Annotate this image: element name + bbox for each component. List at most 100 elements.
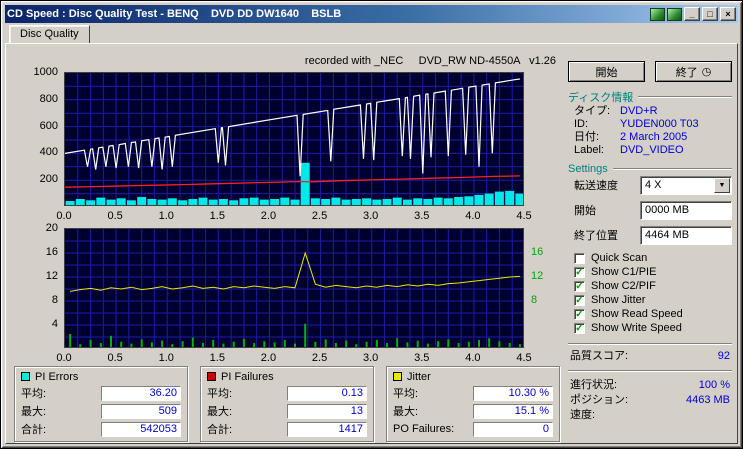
checkbox-label: Quick Scan xyxy=(591,252,648,264)
x-axis-label: 3.0 xyxy=(363,210,379,222)
stats-label: 最大: xyxy=(207,406,233,418)
checkbox-label: Show C1/PIE xyxy=(591,266,657,278)
checkbox-quick-scan[interactable] xyxy=(574,252,585,264)
stats-label: 平均: xyxy=(207,388,233,400)
chart-icon[interactable] xyxy=(667,7,682,21)
status-row: 速度: xyxy=(570,408,730,423)
disc-info-value: DVD_VIDEO xyxy=(620,144,684,156)
checkbox-label: Show Jitter xyxy=(591,294,646,306)
recorded-with-label: recorded with _NEC DVD_RW ND-4550A v1.26 xyxy=(304,55,556,67)
stats-value: 509 xyxy=(101,403,181,419)
disc-info-row: 日付: 2 March 2005 xyxy=(574,131,732,144)
top-chart-x-axis: 0.0 0.5 1.0 1.5 2.0 2.5 3.0 3.5 4.0 4.5 xyxy=(56,210,534,222)
transfer-rate-select[interactable]: 4 X ▼ xyxy=(640,175,732,195)
pi-errors-stats-box: PI Errors 平均: 36.20 最大: 509 合計: 542053 xyxy=(14,366,188,442)
pi-failures-legend-icon xyxy=(207,372,216,381)
end-position-label: 終了位置 xyxy=(574,230,618,242)
stats-row: 最大: 509 xyxy=(21,403,181,419)
quality-chart-top xyxy=(64,72,524,206)
y-axis-label: 8 xyxy=(51,294,58,306)
disc-info-label: ID: xyxy=(574,118,589,130)
bottom-chart-y-axis: 20 16 12 8 4 xyxy=(22,223,60,348)
checkbox-row: ✓ Show Write Speed xyxy=(574,321,732,335)
y-axis-label: 12 xyxy=(531,270,544,282)
checkbox-show-jitter[interactable]: ✓ xyxy=(574,294,585,306)
checkbox-label: Show C2/PIF xyxy=(591,280,656,292)
stats-value: 1417 xyxy=(287,421,367,437)
stats-label: PO Failures: xyxy=(393,423,455,435)
checkbox-show-write-speed[interactable]: ✓ xyxy=(574,322,585,334)
y-axis-label: 20 xyxy=(45,222,58,234)
disc-info-label: Label: xyxy=(574,144,604,156)
exit-button[interactable]: 終了 ◷ xyxy=(655,61,732,82)
stats-label: 平均: xyxy=(393,388,419,400)
stats-box-title: Jitter xyxy=(393,370,553,383)
y-axis-label: 600 xyxy=(39,119,58,132)
checkbox-label: Show Read Speed xyxy=(591,308,683,320)
x-axis-label: 2.0 xyxy=(260,210,277,222)
jitter-legend-icon xyxy=(393,372,402,381)
settings-header: Settings xyxy=(568,162,732,175)
x-axis-label: 4.5 xyxy=(516,210,532,222)
exit-button-label: 終了 xyxy=(675,66,698,79)
y-axis-label: 12 xyxy=(45,270,58,282)
checkbox-show-c2-pif[interactable]: ✓ xyxy=(574,280,585,292)
disc-info-row: Label: DVD_VIDEO xyxy=(574,144,732,157)
status-rows: 進行状況: 100 % ポジション: 4463 MB 速度: xyxy=(570,378,730,423)
stats-row: 最大: 15.1 % xyxy=(393,403,553,419)
jitter-stats-box: Jitter 平均: 10.30 % 最大: 15.1 % PO Failures: 0 xyxy=(386,366,560,442)
title-bar[interactable]: CD Speed : Disc Quality Test - BENQ DVD … xyxy=(5,5,738,23)
checkbox-show-read-speed[interactable]: ✓ xyxy=(574,308,585,320)
action-buttons: 開始 終了 ◷ xyxy=(568,61,732,82)
x-axis-label: 1.5 xyxy=(209,210,225,222)
chart-icon[interactable] xyxy=(650,7,665,21)
disc-info-value: DVD+R xyxy=(620,105,658,117)
y-axis-label: 16 xyxy=(531,246,544,258)
tab-disc-quality[interactable]: Disc Quality xyxy=(9,25,90,43)
disc-info-rows: タイプ: DVD+R ID: YUDEN000 T03 日付: 2 March 2005 L… xyxy=(574,105,732,157)
disc-info-value: 2 March 2005 xyxy=(620,131,688,143)
stats-box-label: PI Errors xyxy=(35,370,79,383)
end-position-field[interactable] xyxy=(640,225,732,245)
x-axis-label: 1.0 xyxy=(158,352,174,364)
control-pane: 開始 終了 ◷ ディスク情報 タイプ: DVD+R ID: YUDEN000 T03 日… xyxy=(562,44,736,443)
stats-label: 平均: xyxy=(21,388,47,400)
x-axis-label: 1.0 xyxy=(158,210,174,222)
stats-box-label: PI Failures xyxy=(221,370,274,383)
start-position-row: 開始 xyxy=(574,200,732,220)
maximize-button[interactable]: □ xyxy=(702,7,718,21)
start-position-field[interactable] xyxy=(640,200,732,220)
x-axis-label: 0.5 xyxy=(107,210,123,222)
end-position-row: 終了位置 xyxy=(574,225,732,245)
status-row: ポジション: 4463 MB xyxy=(570,393,730,408)
bottom-chart-right-axis: 16 12 8 xyxy=(529,228,555,348)
x-axis-label: 0.0 xyxy=(56,210,72,222)
stats-label: 合計: xyxy=(21,424,47,436)
start-button-label: 開始 xyxy=(595,66,618,79)
transfer-rate-label: 転送速度 xyxy=(574,180,618,192)
status-label: 速度: xyxy=(570,409,596,421)
chevron-down-icon[interactable]: ▼ xyxy=(714,177,730,193)
checkbox-row: ✓ Show C2/PIF xyxy=(574,279,732,293)
disc-info-row: タイプ: DVD+R xyxy=(574,105,732,118)
window-title: CD Speed : Disc Quality Test - BENQ DVD … xyxy=(7,8,342,20)
y-axis-label: 4 xyxy=(51,318,58,330)
close-icon[interactable]: × xyxy=(720,7,736,21)
stats-row: 最大: 13 xyxy=(207,403,367,419)
checkbox-show-c1-pie[interactable]: ✓ xyxy=(574,266,585,278)
checkbox-row: Quick Scan xyxy=(574,251,732,265)
top-chart-y-axis: 1000 800 600 400 200 xyxy=(22,67,60,206)
checkbox-row: ✓ Show Read Speed xyxy=(574,307,732,321)
start-button[interactable]: 開始 xyxy=(568,61,645,82)
statistics-row: PI Errors 平均: 36.20 最大: 509 合計: 542053 PI Failu… xyxy=(14,366,560,442)
minimize-button[interactable]: _ xyxy=(684,7,700,21)
option-checkboxes: Quick Scan ✓ Show C1/PIE ✓ Show C2/PIF ✓ Show … xyxy=(574,251,732,335)
pi-errors-legend-icon xyxy=(21,372,30,381)
stats-label: 最大: xyxy=(21,406,47,418)
transfer-rate-value: 4 X xyxy=(645,179,662,191)
stats-row: 合計: 542053 xyxy=(21,421,181,437)
divider xyxy=(568,370,732,372)
x-axis-label: 2.0 xyxy=(260,352,277,364)
disc-info-row: ID: YUDEN000 T03 xyxy=(574,118,732,131)
stats-row: 平均: 10.30 % xyxy=(393,385,553,401)
